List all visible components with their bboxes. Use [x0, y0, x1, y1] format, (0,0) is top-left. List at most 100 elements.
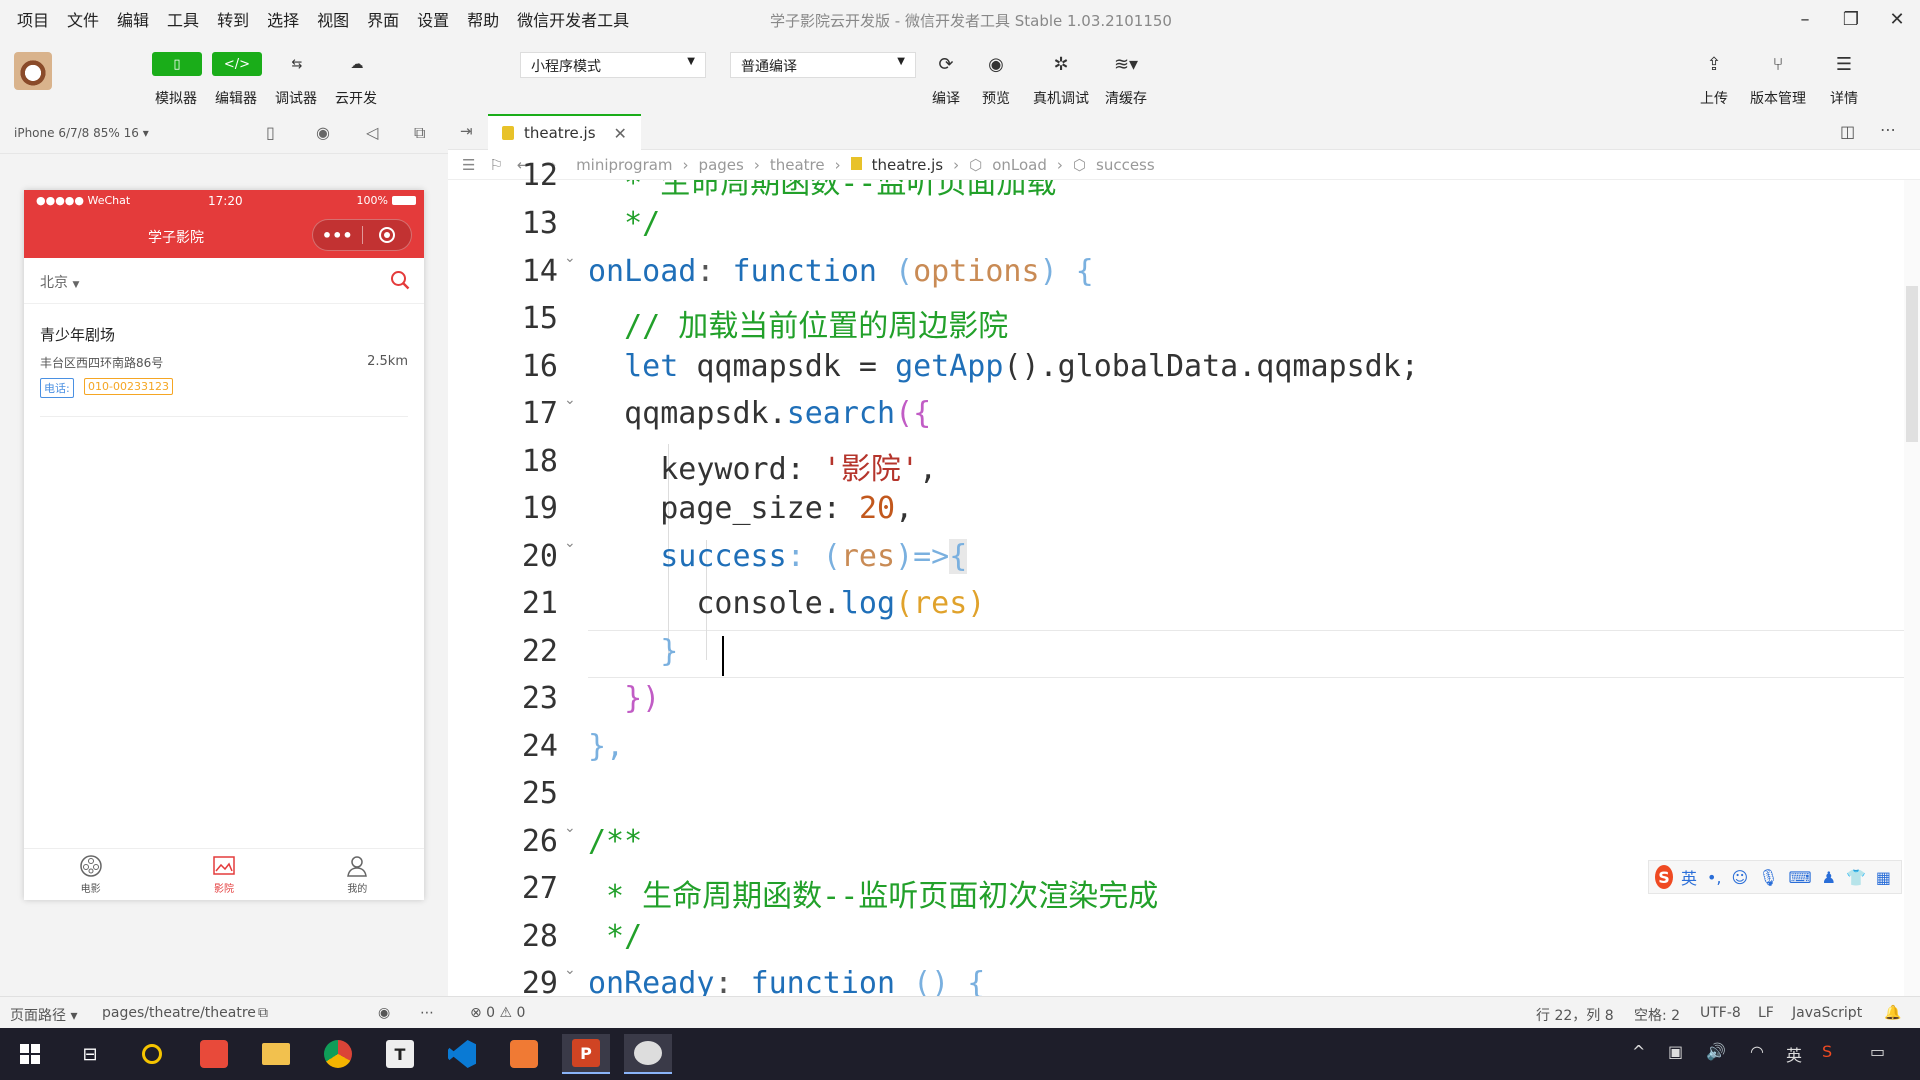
bell-icon[interactable]: 🔔	[1884, 1005, 1901, 1021]
powerpoint-icon[interactable]: P	[562, 1034, 610, 1074]
punctuation-icon[interactable]: •,	[1707, 868, 1722, 887]
volume-tray-icon[interactable]: 🔊	[1706, 1042, 1726, 1061]
menu-interface[interactable]: 界面	[358, 7, 408, 31]
fold-chevron-icon[interactable]: ⌄	[564, 250, 576, 266]
network-tray-icon[interactable]: ▣	[1668, 1042, 1683, 1061]
phone-number-tag[interactable]: 010-00233123	[84, 378, 173, 395]
close-tab-icon[interactable]: ✕	[614, 124, 627, 143]
capsule-menu[interactable]: •••	[312, 219, 412, 251]
compile-mode-select[interactable]: 普通编译 ▼	[730, 52, 916, 78]
editor-toggle-button[interactable]: </>	[212, 52, 262, 76]
device-select[interactable]: iPhone 6/7/8 85% 16 ▾	[14, 126, 149, 140]
grid-icon[interactable]: ▦	[1876, 868, 1891, 887]
volume-icon[interactable]: ◁	[366, 123, 378, 142]
line-ending[interactable]: LF	[1758, 1005, 1774, 1021]
phone-icon[interactable]: ▯	[266, 123, 275, 142]
compile-button[interactable]: ⟳	[926, 50, 966, 78]
restore-button[interactable]: ❐	[1828, 0, 1874, 38]
version-button[interactable]: ⑂	[1758, 50, 1798, 78]
crumb-theatre[interactable]: theatre	[770, 156, 825, 174]
collapse-panel-icon[interactable]: ⇥	[460, 122, 473, 140]
avatar[interactable]	[14, 52, 52, 90]
remote-debug-button[interactable]: ✲	[1041, 50, 1081, 78]
menu-settings[interactable]: 设置	[408, 7, 458, 31]
skin-icon[interactable]: 👕	[1846, 868, 1866, 887]
microphone-icon[interactable]: 🎙	[1758, 868, 1778, 887]
simulator-toggle-button[interactable]: ▯	[152, 52, 202, 76]
search-icon[interactable]	[390, 270, 410, 290]
problems-indicator[interactable]: ⊗ 0 ⚠ 0	[470, 1005, 525, 1021]
file-encoding[interactable]: UTF-8	[1700, 1005, 1741, 1021]
task-view-icon[interactable]: ⊟	[66, 1034, 114, 1074]
copy-icon[interactable]: ⧉	[258, 1005, 268, 1021]
file-explorer-icon[interactable]	[252, 1034, 300, 1074]
code-line: let qqmapsdk = getApp().globalData.qqmap…	[588, 349, 1419, 384]
crumb-file[interactable]: theatre.js	[872, 156, 944, 174]
page-path-select[interactable]: 页面路径 ▾	[10, 1005, 77, 1025]
indent-spaces[interactable]: 空格: 2	[1634, 1005, 1680, 1025]
menu-view[interactable]: 视图	[308, 7, 358, 31]
sogou-tray-icon[interactable]: S	[1822, 1042, 1832, 1061]
preview-button[interactable]: ◉	[976, 50, 1016, 78]
menu-select[interactable]: 选择	[258, 7, 308, 31]
fold-chevron-icon[interactable]: ⌄	[564, 962, 576, 978]
crumb-miniprogram[interactable]: miniprogram	[576, 156, 672, 174]
emoji-icon[interactable]: ☺	[1732, 868, 1749, 887]
city-select[interactable]: 北京 ▼	[40, 272, 79, 292]
cursor-position[interactable]: 行 22，列 8	[1536, 1005, 1614, 1025]
notification-icon[interactable]: ▭	[1870, 1042, 1885, 1061]
sogou-icon[interactable]: S	[1655, 865, 1673, 889]
scrollbar-thumb[interactable]	[1906, 286, 1918, 442]
eye-icon[interactable]: ◉	[378, 1005, 390, 1021]
ime-tray-lang[interactable]: 英	[1786, 1042, 1802, 1066]
debugger-toggle-button[interactable]: ⇆	[272, 52, 322, 76]
details-button[interactable]: ☰	[1824, 50, 1864, 78]
record-icon[interactable]: ◉	[316, 123, 330, 142]
menu-file[interactable]: 文件	[58, 7, 108, 31]
user-icon[interactable]: ♟	[1822, 868, 1836, 887]
menu-project[interactable]: 项目	[8, 7, 58, 31]
more-icon[interactable]: •••	[313, 226, 362, 245]
menu-wechat-devtools[interactable]: 微信开发者工具	[508, 7, 638, 31]
tab-movie[interactable]: 电影	[24, 849, 157, 900]
split-editor-icon[interactable]: ◫	[1840, 122, 1855, 141]
tab-theatre[interactable]: 影院	[157, 849, 290, 900]
ime-lang-toggle[interactable]: 英	[1681, 865, 1697, 889]
editor-scrollbar[interactable]	[1904, 180, 1920, 996]
menu-tools[interactable]: 工具	[158, 7, 208, 31]
crumb-pages[interactable]: pages	[699, 156, 744, 174]
app-red-icon[interactable]	[190, 1034, 238, 1074]
minimize-button[interactable]: –	[1782, 0, 1828, 38]
keyboard-icon[interactable]: ⌨	[1789, 868, 1812, 887]
close-target-icon[interactable]	[362, 227, 411, 243]
theatre-card[interactable]: 青少年剧场 丰台区西四环南路86号 2.5km 电话: 010-00233123	[40, 324, 408, 417]
cloud-button[interactable]: ☁	[332, 52, 382, 76]
wifi-tray-icon[interactable]: ◠	[1750, 1042, 1764, 1061]
clear-cache-button[interactable]: ≋▾	[1106, 50, 1146, 78]
chrome-icon[interactable]	[314, 1034, 362, 1074]
cortana-icon[interactable]	[128, 1034, 176, 1074]
menu-edit[interactable]: 编辑	[108, 7, 158, 31]
vscode-icon[interactable]	[438, 1034, 486, 1074]
crumb-onload[interactable]: onLoad	[992, 156, 1047, 174]
tab-mine[interactable]: 我的	[291, 849, 424, 900]
more-icon[interactable]: ⋯	[420, 1005, 434, 1021]
language-mode[interactable]: JavaScript	[1792, 1005, 1862, 1021]
popout-icon[interactable]: ⧉	[414, 123, 425, 143]
mode-select[interactable]: 小程序模式 ▼	[520, 52, 706, 78]
typora-icon[interactable]: T	[376, 1034, 424, 1074]
fold-chevron-icon[interactable]: ⌄	[564, 535, 576, 551]
more-icon[interactable]: ⋯	[1880, 120, 1896, 139]
close-window-button[interactable]: ✕	[1874, 0, 1920, 38]
upload-button[interactable]: ⇪	[1694, 50, 1734, 78]
wechat-devtools-icon[interactable]	[624, 1034, 672, 1074]
fold-chevron-icon[interactable]: ⌄	[564, 820, 576, 836]
tray-chevron-up-icon[interactable]: ^	[1632, 1042, 1645, 1061]
xmind-icon[interactable]	[500, 1034, 548, 1074]
menu-goto[interactable]: 转到	[208, 7, 258, 31]
windows-start-icon[interactable]	[6, 1034, 54, 1074]
crumb-success[interactable]: success	[1096, 156, 1155, 174]
menu-help[interactable]: 帮助	[458, 7, 508, 31]
tab-theatre-js[interactable]: theatre.js ✕	[488, 114, 641, 150]
fold-chevron-icon[interactable]: ⌄	[564, 392, 576, 408]
